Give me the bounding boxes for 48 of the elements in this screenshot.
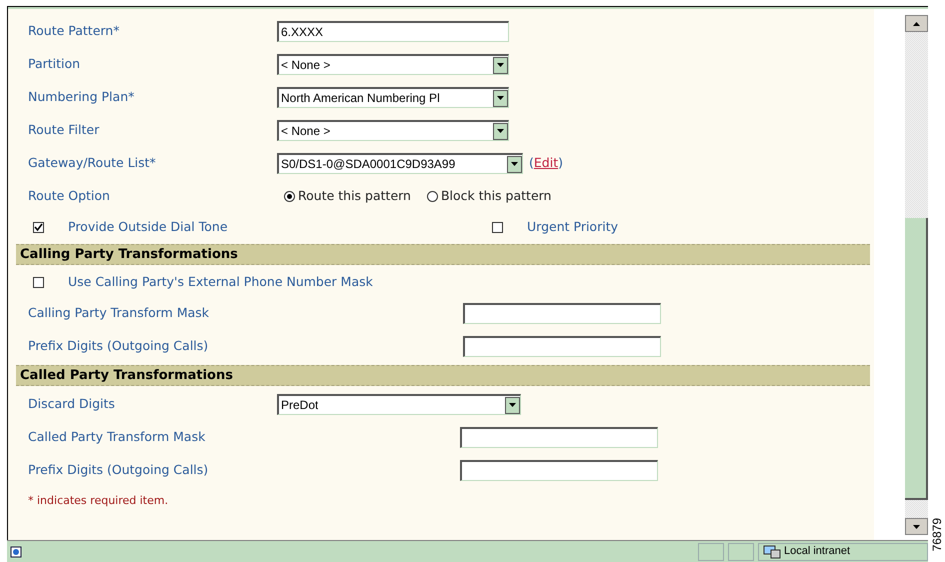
- dropdown[interactable]: S0/DS1-0@SDA0001C9D93A99: [277, 153, 523, 174]
- computer-icon: [763, 544, 781, 558]
- field-label: Gateway/Route List*: [28, 154, 157, 172]
- required-note: * indicates required item.: [28, 494, 168, 507]
- field-label: Numbering Plan*: [28, 88, 136, 106]
- checkbox[interactable]: [492, 222, 504, 232]
- radio-button[interactable]: [284, 190, 295, 202]
- text-input-field[interactable]: [463, 336, 661, 357]
- field-label: Route Filter: [28, 121, 100, 140]
- section-header: Called Party Transformations: [16, 365, 870, 386]
- field-label: Partition: [28, 55, 82, 74]
- field-label: Called Party Transform Mask: [28, 428, 206, 446]
- scroll-track[interactable]: [905, 500, 928, 518]
- field-label: Discard Digits: [28, 395, 116, 414]
- section-header: Calling Party Transformations: [16, 244, 870, 265]
- figure-number: 76879: [930, 518, 944, 552]
- dropdown[interactable]: < None >: [277, 120, 509, 141]
- scroll-thumb[interactable]: [905, 218, 928, 500]
- status-pane: [728, 542, 754, 560]
- text-input-field[interactable]: [460, 460, 658, 481]
- checkbox-label: Provide Outside Dial Tone: [68, 218, 228, 236]
- security-zone-label: Local intranet: [784, 544, 850, 560]
- checkbox[interactable]: [33, 222, 44, 232]
- field-label: Route Pattern*: [28, 22, 120, 40]
- edit-link-text: (Edit): [529, 154, 563, 172]
- status-pane: [698, 542, 724, 560]
- text-input-field[interactable]: [463, 303, 661, 324]
- dropdown[interactable]: PreDot: [277, 394, 521, 415]
- radio-label: Block this pattern: [440, 186, 552, 205]
- field-label: Prefix Digits (Outgoing Calls): [28, 461, 210, 480]
- edit-link[interactable]: Edit: [534, 155, 558, 170]
- radio-button[interactable]: [426, 190, 438, 202]
- checkbox-label: Use Calling Party's External Phone Number Mask: [68, 272, 373, 291]
- dropdown[interactable]: North American Numbering Pl: [277, 87, 509, 108]
- checkbox-label: Urgent Priority: [527, 218, 618, 236]
- up-arrow-icon: [913, 22, 920, 26]
- down-arrow-icon: [913, 524, 920, 528]
- page-icon: [10, 546, 24, 558]
- field-label: Calling Party Transform Mask: [28, 304, 210, 322]
- radio-label: Route this pattern: [298, 186, 411, 205]
- dropdown[interactable]: < None >: [277, 54, 509, 75]
- text-input-field[interactable]: 6.XXXX: [277, 21, 509, 42]
- field-label: Route Option: [28, 186, 111, 205]
- checkbox[interactable]: [33, 276, 44, 288]
- text-input-field[interactable]: [460, 427, 658, 448]
- scroll-up-button[interactable]: [905, 15, 928, 32]
- scroll-down-button[interactable]: [905, 518, 928, 535]
- field-label: Prefix Digits (Outgoing Calls): [28, 337, 210, 356]
